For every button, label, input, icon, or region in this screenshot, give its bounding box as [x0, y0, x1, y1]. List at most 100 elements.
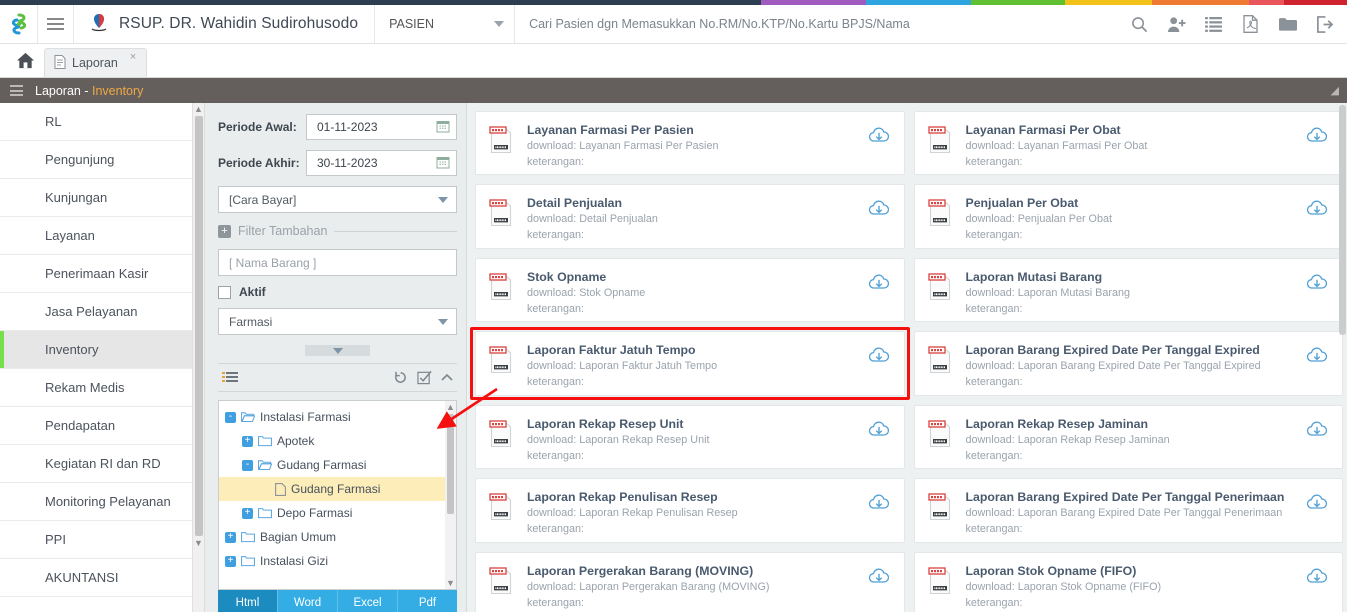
- sidebar-item-penerimaan-kasir[interactable]: Penerimaan Kasir: [0, 255, 204, 293]
- report-card[interactable]: Detail Penjualan download: Detail Penjual…: [475, 184, 905, 249]
- chevron-up-icon[interactable]: [441, 373, 453, 382]
- report-scrollbar[interactable]: [1337, 103, 1347, 612]
- cloud-download-icon[interactable]: [1306, 196, 1328, 224]
- report-card[interactable]: Laporan Barang Expired Date Per Tanggal …: [913, 331, 1343, 396]
- folder-icon[interactable]: [1269, 5, 1306, 43]
- export-pdf-button[interactable]: Pdf: [398, 590, 457, 612]
- cara-bayar-select[interactable]: [Cara Bayar]: [218, 186, 457, 213]
- pinwheel-logo-icon[interactable]: [0, 5, 38, 43]
- refresh-icon[interactable]: [393, 370, 408, 385]
- report-card[interactable]: Penjualan Per Obat download: Penjualan Pe…: [913, 184, 1343, 249]
- cloud-download-icon[interactable]: [1306, 564, 1328, 592]
- cloud-download-icon[interactable]: [868, 417, 890, 445]
- list-lines-icon[interactable]: [222, 371, 238, 385]
- scroll-down-icon[interactable]: ▼: [446, 577, 455, 589]
- logout-icon[interactable]: [1306, 5, 1343, 43]
- close-icon[interactable]: ×: [130, 51, 136, 63]
- cloud-download-icon[interactable]: [868, 343, 890, 371]
- patient-search-input[interactable]: Cari Pasien dgn Memasukkan No.RM/No.KTP/…: [515, 5, 1121, 43]
- sidebar-item-jasa-pelayanan[interactable]: Jasa Pelayanan: [0, 293, 204, 331]
- export-excel-button[interactable]: Excel: [338, 590, 398, 612]
- check-square-icon[interactable]: [417, 370, 432, 385]
- scrollbar-thumb[interactable]: [447, 414, 454, 514]
- report-card[interactable]: Laporan Rekap Resep Jaminan download: Lap…: [913, 404, 1343, 470]
- hamburger-menu-icon[interactable]: [10, 83, 23, 99]
- cloud-download-icon[interactable]: [868, 196, 890, 224]
- report-card[interactable]: Layanan Farmasi Per Pasien download: Laya…: [475, 111, 905, 176]
- cloud-download-icon[interactable]: [868, 564, 890, 592]
- add-user-icon[interactable]: [1158, 5, 1195, 43]
- expand-filter-icon[interactable]: +: [218, 224, 231, 238]
- report-card[interactable]: Laporan Rekap Resep Unit download: Lapora…: [475, 404, 905, 470]
- scrollbar-thumb[interactable]: [194, 116, 203, 536]
- cloud-download-icon[interactable]: [1306, 270, 1328, 298]
- nama-barang-input[interactable]: [ Nama Barang ]: [218, 249, 457, 276]
- search-icon[interactable]: [1121, 5, 1158, 43]
- report-card[interactable]: Laporan Stok Opname (FIFO) download: Lapo…: [913, 551, 1343, 612]
- report-card[interactable]: Laporan Barang Expired Date Per Tanggal …: [913, 478, 1343, 543]
- cloud-download-icon[interactable]: [1306, 490, 1328, 518]
- search-scope-select[interactable]: PASIEN: [375, 5, 516, 43]
- sidebar-item-layanan[interactable]: Layanan: [0, 217, 204, 255]
- periode-akhir-input[interactable]: 30-11-2023: [306, 150, 457, 176]
- cloud-download-icon[interactable]: [868, 490, 890, 518]
- tab-laporan[interactable]: Laporan ×: [44, 48, 148, 77]
- calendar-icon[interactable]: [436, 119, 450, 136]
- tree-node[interactable]: + Depo Farmasi: [219, 501, 456, 525]
- report-card-body: Laporan Rekap Penulisan Resep download: L…: [527, 490, 858, 537]
- periode-awal-input[interactable]: 01-11-2023: [306, 114, 457, 140]
- report-card[interactable]: Stok Opname download: Stok Opname keterang…: [475, 257, 905, 323]
- tree-node[interactable]: - Instalasi Farmasi: [219, 405, 456, 429]
- scroll-down-icon[interactable]: ▼: [194, 537, 203, 549]
- sidebar-item-inventory[interactable]: Inventory: [0, 331, 204, 369]
- tree-scrollbar[interactable]: ▲ ▼: [445, 401, 456, 589]
- cloud-download-icon[interactable]: [1306, 343, 1328, 371]
- tree-node[interactable]: + Instalasi Gizi: [219, 549, 456, 573]
- expand-node-icon[interactable]: +: [225, 531, 236, 543]
- hamburger-menu-icon[interactable]: [38, 5, 74, 43]
- export-html-button[interactable]: Html: [218, 590, 278, 612]
- calendar-icon[interactable]: [436, 155, 450, 172]
- report-card[interactable]: Layanan Farmasi Per Obat download: Layana…: [913, 111, 1343, 176]
- list-icon[interactable]: [1195, 5, 1232, 43]
- export-word-button[interactable]: Word: [278, 590, 338, 612]
- collapse-node-icon[interactable]: -: [225, 411, 236, 423]
- tree-node[interactable]: + Bagian Umum: [219, 525, 456, 549]
- cloud-download-icon[interactable]: [868, 123, 890, 151]
- expand-node-icon[interactable]: +: [225, 555, 236, 567]
- resize-icon[interactable]: ◢: [1331, 84, 1339, 97]
- sidebar-item-monitoring-pelayanan[interactable]: Monitoring Pelayanan: [0, 483, 204, 521]
- scroll-up-icon[interactable]: ▲: [446, 401, 455, 413]
- tree-node[interactable]: + Apotek: [219, 429, 456, 453]
- sidebar-item-ppi[interactable]: PPI: [0, 521, 204, 559]
- report-card[interactable]: Laporan Rekap Penulisan Resep download: L…: [475, 478, 905, 543]
- export-button-label: Excel: [353, 597, 382, 609]
- sidebar-item-rekam-medis[interactable]: Rekam Medis: [0, 369, 204, 407]
- sidebar-scrollbar[interactable]: ▲ ▼: [192, 103, 204, 612]
- tree-node[interactable]: - Gudang Farmasi: [219, 453, 456, 477]
- collapse-node-icon[interactable]: -: [242, 459, 253, 471]
- report-card[interactable]: Laporan Mutasi Barang download: Laporan M…: [913, 257, 1343, 323]
- report-card[interactable]: Laporan Pergerakan Barang (MOVING) downlo…: [475, 551, 905, 612]
- aktif-checkbox[interactable]: Aktif: [218, 285, 457, 299]
- collapse-filter-handle[interactable]: [305, 345, 370, 356]
- sidebar-item-kunjungan[interactable]: Kunjungan: [0, 179, 204, 217]
- cloud-download-icon[interactable]: [868, 270, 890, 298]
- checkbox-box[interactable]: [218, 285, 231, 299]
- report-card[interactable]: Laporan Faktur Jatuh Tempo download: Lapo…: [475, 331, 905, 396]
- scrollbar-thumb[interactable]: [1339, 105, 1346, 335]
- home-icon[interactable]: [6, 43, 44, 77]
- tree-node[interactable]: Gudang Farmasi: [219, 477, 456, 501]
- sidebar-item-rl[interactable]: RL: [0, 103, 204, 141]
- sidebar-item-akuntansi[interactable]: AKUNTANSI: [0, 559, 204, 597]
- expand-node-icon[interactable]: +: [242, 507, 253, 519]
- unit-select[interactable]: Farmasi: [218, 308, 457, 335]
- expand-node-icon[interactable]: +: [242, 435, 253, 447]
- cloud-download-icon[interactable]: [1306, 417, 1328, 445]
- cloud-download-icon[interactable]: [1306, 123, 1328, 151]
- scroll-up-icon[interactable]: ▲: [194, 103, 203, 115]
- sidebar-item-kegiatan-ri-dan-rd[interactable]: Kegiatan RI dan RD: [0, 445, 204, 483]
- sidebar-item-pengunjung[interactable]: Pengunjung: [0, 141, 204, 179]
- pdf-file-icon[interactable]: [1232, 5, 1269, 43]
- sidebar-item-pendapatan[interactable]: Pendapatan: [0, 407, 204, 445]
